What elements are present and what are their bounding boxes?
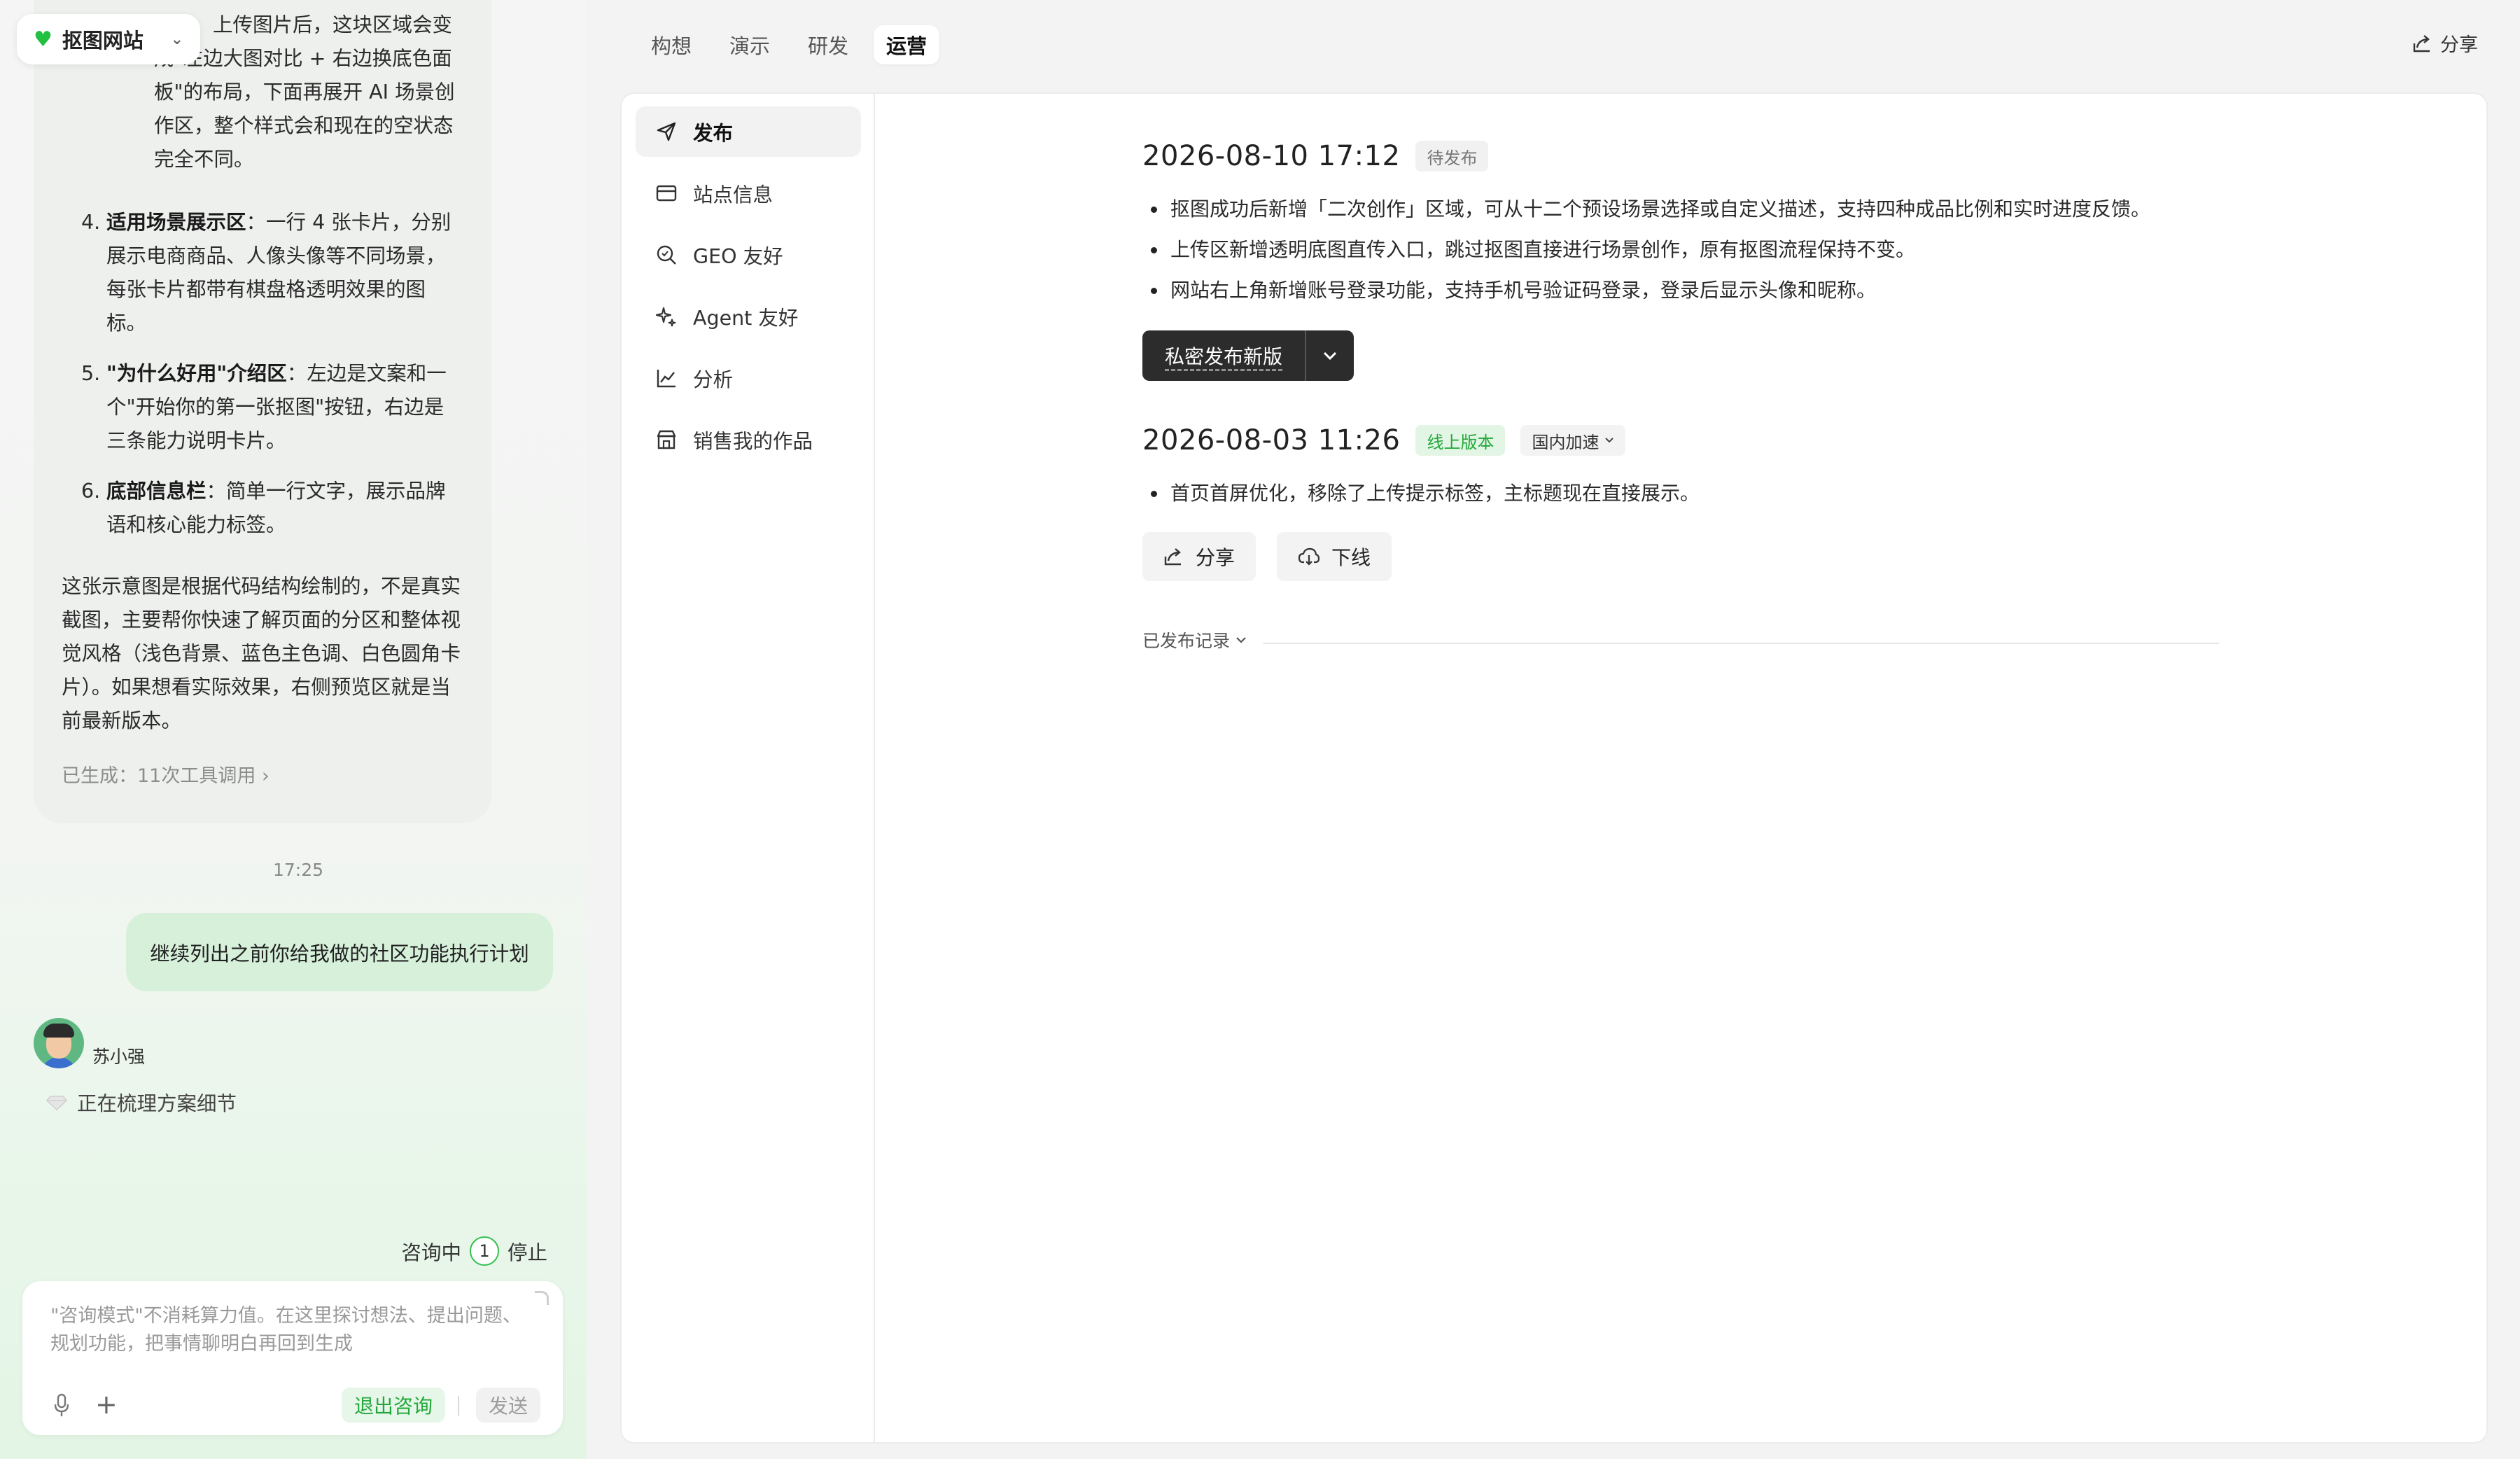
list-item-title: 底部信息栏 xyxy=(106,480,206,503)
message-composer: + 退出咨询 发送 xyxy=(22,1281,563,1435)
release-header: 2026-08-10 17:12 待发布 xyxy=(1142,140,1489,172)
release-date: 2026-08-10 17:12 xyxy=(1142,140,1401,172)
top-bar: 构想 演示 研发 运营 分享 xyxy=(587,0,2520,91)
site-switcher[interactable]: ♥ 抠图网站 ⌄ xyxy=(17,14,200,64)
release-date: 2026-08-03 11:26 xyxy=(1142,424,1401,456)
expand-icon[interactable] xyxy=(535,1291,549,1305)
release-notes: 首页首屏优化，移除了上传提示标签，主标题现在直接展示。 xyxy=(1149,473,1700,514)
list-item: 网站右上角新增账号登录功能，支持手机号验证码登录，登录后显示头像和昵称。 xyxy=(1149,270,2150,311)
list-item: 上传区新增透明底图直传入口，跳过抠图直接进行场景创作，原有抠图流程保持不变。 xyxy=(1149,230,2150,270)
message-input[interactable] xyxy=(50,1302,533,1365)
publish-options-button[interactable] xyxy=(1305,330,1354,381)
list-item: 抠图成功后新增「二次创作」区域，可从十二个预设场景选择或自定义描述，支持四种成品… xyxy=(1149,189,2150,230)
message-line: 觉风格（浅色背景、蓝色主色调、白色圆角卡 xyxy=(62,642,461,665)
consult-label: 咨询中 xyxy=(401,1241,461,1264)
region-dropdown[interactable]: 国内加速 xyxy=(1520,425,1626,456)
stop-button[interactable]: 停止 xyxy=(507,1237,547,1266)
list-item: "为什么好用"介绍区：左边是文案和一 xyxy=(106,362,447,385)
message-line: 这张示意图是根据代码结构绘制的，不是真实 xyxy=(62,575,461,598)
send-icon xyxy=(657,122,676,141)
list-number: 5. xyxy=(81,362,101,385)
list-item-title: "为什么好用"介绍区 xyxy=(106,362,287,385)
tool-calls-link[interactable]: 已生成：11次工具调用 › xyxy=(62,760,270,788)
chat-panel: ♥ 抠图网站 ⌄ 上传图片后，这块区域会变 成"左边大图对比 + 右边换底色面 … xyxy=(0,0,587,1459)
share-icon xyxy=(1164,548,1181,566)
cloud-download-icon xyxy=(1298,547,1320,566)
site-switcher-label: 抠图网站 xyxy=(62,29,144,53)
message-line: 标。 xyxy=(106,312,147,335)
message-line: 三条能力说明卡片。 xyxy=(106,429,286,452)
message-line: 作区，整个样式会和现在的空状态 xyxy=(154,114,454,137)
consult-count-badge: 1 xyxy=(469,1236,499,1266)
private-publish-button[interactable]: 私密发布新版 xyxy=(1142,330,1305,381)
message-line: 展示电商商品、人像头像等不同场景， xyxy=(106,244,446,267)
share-button[interactable]: 分享 xyxy=(2412,29,2478,57)
sparkle-icon xyxy=(655,307,676,327)
message-line: 每张卡片都带有棋盘格透明效果的图 xyxy=(106,278,426,301)
exit-consult-button[interactable]: 退出咨询 xyxy=(342,1388,446,1423)
chevron-down-icon xyxy=(1236,637,1246,643)
list-item: 适用场景展示区：一行 4 张卡片，分别 xyxy=(106,211,451,234)
consult-status: 咨询中 1 停止 xyxy=(401,1236,547,1266)
message-line: 个"开始你的第一张抠图"按钮，右边是 xyxy=(106,396,444,419)
message-line: 片）。如果想看实际效果，右侧预览区就是当 xyxy=(62,676,451,699)
operations-panel: 发布 站点信息 GEO 友好 Agent 友好 分析 销售我的作品 2026-0… xyxy=(620,92,2488,1444)
chevron-right-icon: › xyxy=(261,765,270,787)
agent-status: 正在梳理方案细节 xyxy=(46,1088,237,1117)
card-icon xyxy=(656,185,677,202)
tab-ideation[interactable]: 构想 xyxy=(638,25,704,64)
status-badge: 线上版本 xyxy=(1415,425,1506,456)
chart-icon xyxy=(657,370,676,388)
microphone-icon[interactable] xyxy=(53,1393,70,1418)
sidebar-item-geo[interactable]: GEO 友好 xyxy=(636,230,861,280)
share-release-button[interactable]: 分享 xyxy=(1142,532,1256,581)
store-icon xyxy=(657,430,676,449)
release-notes: 抠图成功后新增「二次创作」区域，可从十二个预设场景选择或自定义描述，支持四种成品… xyxy=(1149,189,2150,311)
chevron-down-icon: ⌄ xyxy=(170,30,183,48)
chevron-down-icon xyxy=(1605,438,1614,443)
list-number: 6. xyxy=(81,480,101,503)
release-history-toggle[interactable]: 已发布记录 xyxy=(1142,627,1247,652)
message-line: 语和核心能力标签。 xyxy=(106,513,286,536)
message-line: 完全不同。 xyxy=(154,148,254,171)
sidebar-item-sell-works[interactable]: 销售我的作品 xyxy=(636,414,861,465)
tab-development[interactable]: 研发 xyxy=(795,25,861,64)
take-offline-button[interactable]: 下线 xyxy=(1277,532,1392,581)
sidebar-item-analytics[interactable]: 分析 xyxy=(636,353,861,403)
release-header: 2026-08-03 11:26 线上版本 国内加速 xyxy=(1142,424,1626,456)
message-timestamp: 17:25 xyxy=(273,860,324,880)
operations-sidenav: 发布 站点信息 GEO 友好 Agent 友好 分析 销售我的作品 xyxy=(622,94,875,1442)
tab-operations[interactable]: 运营 xyxy=(874,25,940,64)
list-item: 底部信息栏：简单一行文字，展示品牌 xyxy=(106,480,446,503)
sidebar-item-publish[interactable]: 发布 xyxy=(636,106,861,157)
sidebar-item-agent[interactable]: Agent 友好 xyxy=(636,291,861,342)
message-line: 上传图片后，这块区域会变 xyxy=(213,13,453,36)
list-item-title: 适用场景展示区 xyxy=(106,211,246,234)
user-message-bubble: 继续列出之前你给我做的社区功能执行计划 xyxy=(126,913,553,991)
sidebar-item-site-info[interactable]: 站点信息 xyxy=(636,168,861,218)
chevron-down-icon xyxy=(1323,351,1337,361)
list-number: 4. xyxy=(81,211,101,234)
agent-status-text: 正在梳理方案细节 xyxy=(77,1092,237,1115)
share-icon xyxy=(2413,34,2430,52)
agent-avatar xyxy=(34,1018,84,1068)
message-line: 前最新版本。 xyxy=(62,709,182,732)
plus-icon[interactable]: + xyxy=(95,1391,118,1418)
search-icon xyxy=(657,245,676,265)
diamond-icon xyxy=(46,1095,67,1110)
agent-name: 苏小强 xyxy=(92,1047,146,1067)
message-line: 板"的布局，下面再展开 AI 场景创 xyxy=(154,81,455,104)
message-line: 截图，主要帮你快速了解页面的分区和整体视 xyxy=(62,608,461,631)
divider xyxy=(458,1396,459,1416)
list-item: 首页首屏优化，移除了上传提示标签，主标题现在直接展示。 xyxy=(1149,473,1700,514)
heart-icon: ♥ xyxy=(34,27,52,52)
private-publish-split-button: 私密发布新版 xyxy=(1142,330,1354,381)
divider xyxy=(1263,643,2219,644)
status-badge: 待发布 xyxy=(1415,141,1489,172)
tab-demo[interactable]: 演示 xyxy=(717,25,783,64)
send-button[interactable]: 发送 xyxy=(476,1388,541,1423)
